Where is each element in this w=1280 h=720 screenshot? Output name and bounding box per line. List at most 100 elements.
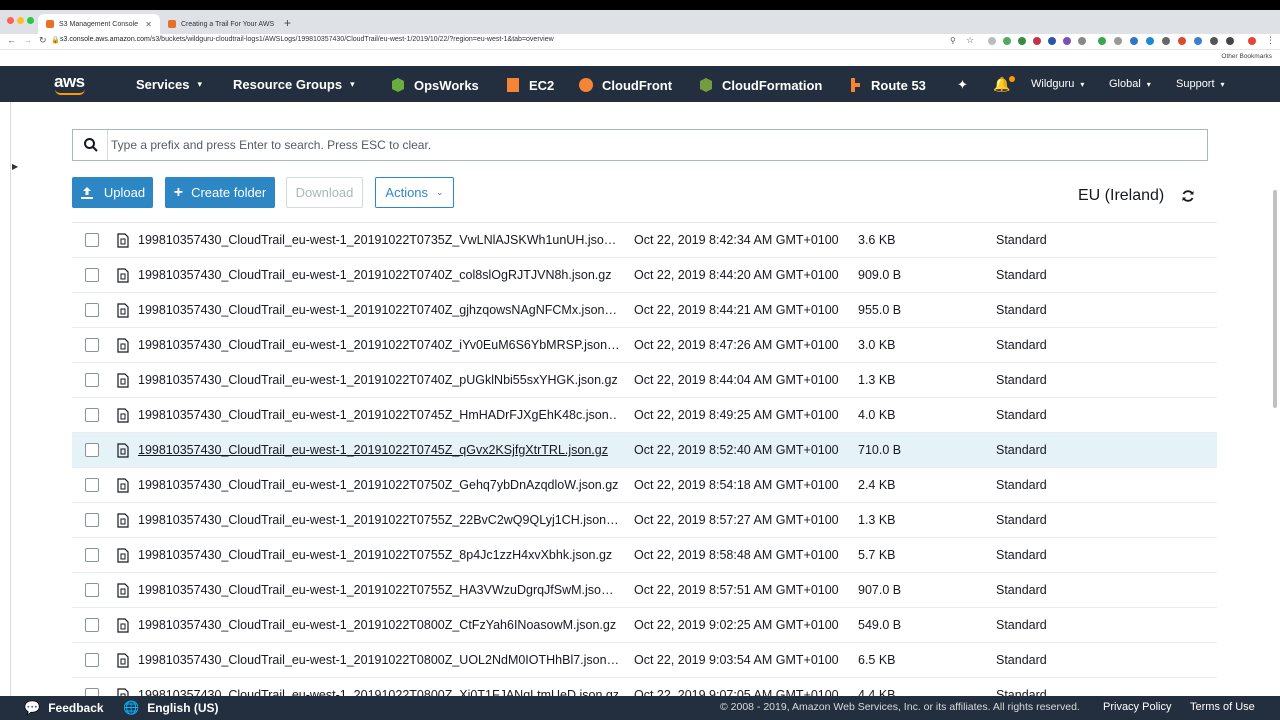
cloudfront-shortcut[interactable]: CloudFront: [578, 77, 672, 93]
search-input[interactable]: [111, 130, 1201, 160]
create-folder-button[interactable]: + Create folder: [165, 177, 275, 208]
forward-arrow-icon[interactable]: →: [23, 35, 32, 45]
object-name-link[interactable]: 199810357430_CloudTrail_eu-west-1_201910…: [138, 408, 618, 422]
extension-icon[interactable]: [1098, 37, 1106, 45]
new-tab-icon[interactable]: +: [284, 16, 291, 30]
browser-menu-icon[interactable]: ⋮: [1266, 35, 1275, 46]
table-row[interactable]: 199810357430_CloudTrail_eu-west-1_201910…: [72, 328, 1217, 363]
extension-icon[interactable]: [1078, 37, 1086, 45]
reload-icon[interactable]: ↻: [39, 35, 47, 46]
object-name-link[interactable]: 199810357430_CloudTrail_eu-west-1_201910…: [138, 443, 618, 457]
row-checkbox[interactable]: [85, 233, 99, 247]
row-checkbox[interactable]: [85, 373, 99, 387]
route53-shortcut[interactable]: Route 53: [847, 77, 926, 93]
services-menu[interactable]: Services ▾: [136, 77, 202, 92]
extension-icon[interactable]: [1048, 37, 1056, 45]
object-name-link[interactable]: 199810357430_CloudTrail_eu-west-1_201910…: [138, 233, 618, 247]
extension-icon[interactable]: [1194, 37, 1202, 45]
feedback-link[interactable]: 💬 Feedback: [24, 700, 104, 716]
object-name-link[interactable]: 199810357430_CloudTrail_eu-west-1_201910…: [138, 583, 618, 597]
extension-icon[interactable]: [1033, 37, 1041, 45]
table-row[interactable]: 199810357430_CloudTrail_eu-west-1_201910…: [72, 258, 1217, 293]
table-row[interactable]: 199810357430_CloudTrail_eu-west-1_201910…: [72, 538, 1217, 573]
last-modified: Oct 22, 2019 9:07:05 AM GMT+0100: [634, 688, 839, 696]
extension-icon[interactable]: [1210, 37, 1218, 45]
opsworks-shortcut[interactable]: OpsWorks: [390, 77, 479, 93]
extension-icon[interactable]: [988, 37, 996, 45]
extension-icon[interactable]: [1248, 37, 1256, 45]
object-name-link[interactable]: 199810357430_CloudTrail_eu-west-1_201910…: [138, 688, 618, 696]
pin-icon[interactable]: ✦: [957, 77, 968, 93]
object-name-link[interactable]: 199810357430_CloudTrail_eu-west-1_201910…: [138, 513, 618, 527]
object-name-link[interactable]: 199810357430_CloudTrail_eu-west-1_201910…: [138, 478, 618, 492]
row-checkbox[interactable]: [85, 268, 99, 282]
region-menu[interactable]: Global ▾: [1109, 78, 1151, 90]
account-menu[interactable]: Wildguru ▾: [1031, 78, 1084, 90]
terms-of-use-link[interactable]: Terms of Use: [1190, 701, 1255, 713]
table-row[interactable]: 199810357430_CloudTrail_eu-west-1_201910…: [72, 468, 1217, 503]
extension-icon[interactable]: [1130, 37, 1138, 45]
object-name-link[interactable]: 199810357430_CloudTrail_eu-west-1_201910…: [138, 303, 618, 317]
extension-icon[interactable]: [1162, 37, 1170, 45]
object-name-link[interactable]: 199810357430_CloudTrail_eu-west-1_201910…: [138, 618, 618, 632]
cloudformation-shortcut[interactable]: CloudFormation: [698, 77, 822, 93]
zoom-icon[interactable]: ⚲: [950, 36, 956, 45]
address-bar[interactable]: s3.console.aws.amazon.com/s3/buckets/wil…: [60, 36, 554, 43]
table-row[interactable]: 199810357430_CloudTrail_eu-west-1_201910…: [72, 433, 1217, 468]
privacy-policy-link[interactable]: Privacy Policy: [1103, 701, 1171, 713]
page-scrollbar[interactable]: [1273, 190, 1277, 408]
extension-icon[interactable]: [1063, 37, 1071, 45]
table-row[interactable]: 199810357430_CloudTrail_eu-west-1_201910…: [72, 608, 1217, 643]
row-checkbox[interactable]: [85, 688, 99, 696]
support-menu[interactable]: Support ▾: [1176, 78, 1225, 90]
table-row[interactable]: 199810357430_CloudTrail_eu-west-1_201910…: [72, 678, 1217, 696]
maximize-window-icon[interactable]: [27, 17, 34, 24]
extension-icon[interactable]: [1178, 37, 1186, 45]
table-row[interactable]: 199810357430_CloudTrail_eu-west-1_201910…: [72, 223, 1217, 258]
bell-icon[interactable]: 🔔: [993, 76, 1010, 93]
extension-icon[interactable]: [1003, 37, 1011, 45]
download-button[interactable]: Download: [286, 177, 363, 208]
row-checkbox[interactable]: [85, 618, 99, 632]
object-name-link[interactable]: 199810357430_CloudTrail_eu-west-1_201910…: [138, 338, 618, 352]
table-row[interactable]: 199810357430_CloudTrail_eu-west-1_201910…: [72, 573, 1217, 608]
row-checkbox[interactable]: [85, 338, 99, 352]
language-selector[interactable]: 🌐 English (US): [123, 700, 219, 716]
row-checkbox[interactable]: [85, 513, 99, 527]
object-name-link[interactable]: 199810357430_CloudTrail_eu-west-1_201910…: [138, 653, 618, 667]
table-row[interactable]: 199810357430_CloudTrail_eu-west-1_201910…: [72, 398, 1217, 433]
expand-sidebar-icon[interactable]: ▶: [12, 162, 22, 178]
row-checkbox[interactable]: [85, 303, 99, 317]
extension-icon[interactable]: [1114, 37, 1122, 45]
object-name-link[interactable]: 199810357430_CloudTrail_eu-west-1_201910…: [138, 373, 618, 387]
back-arrow-icon[interactable]: ←: [7, 35, 16, 45]
extension-icon[interactable]: [1146, 37, 1154, 45]
table-row[interactable]: 199810357430_CloudTrail_eu-west-1_201910…: [72, 363, 1217, 398]
table-row[interactable]: 199810357430_CloudTrail_eu-west-1_201910…: [72, 293, 1217, 328]
refresh-icon[interactable]: [1181, 189, 1195, 203]
table-row[interactable]: 199810357430_CloudTrail_eu-west-1_201910…: [72, 643, 1217, 678]
browser-tab-aws-doc[interactable]: Creating a Trail For Your AWS ✕: [160, 14, 280, 34]
row-checkbox[interactable]: [85, 548, 99, 562]
close-window-icon[interactable]: [7, 17, 14, 24]
object-name-link[interactable]: 199810357430_CloudTrail_eu-west-1_201910…: [138, 268, 618, 282]
row-checkbox[interactable]: [85, 443, 99, 457]
actions-dropdown[interactable]: Actions ⌄: [375, 177, 454, 208]
close-tab-icon[interactable]: ✕: [274, 20, 280, 29]
ec2-shortcut[interactable]: EC2: [505, 77, 554, 93]
profile-avatar-icon[interactable]: [1226, 37, 1234, 45]
row-checkbox[interactable]: [85, 583, 99, 597]
row-checkbox[interactable]: [85, 653, 99, 667]
row-checkbox[interactable]: [85, 408, 99, 422]
minimize-window-icon[interactable]: [17, 17, 24, 24]
browser-tab-s3[interactable]: S3 Management Console ✕: [38, 14, 160, 34]
table-row[interactable]: 199810357430_CloudTrail_eu-west-1_201910…: [72, 503, 1217, 538]
close-tab-icon[interactable]: ✕: [139, 20, 152, 29]
resource-groups-menu[interactable]: Resource Groups ▾: [233, 77, 355, 92]
extension-icon[interactable]: [1018, 37, 1026, 45]
object-name-link[interactable]: 199810357430_CloudTrail_eu-west-1_201910…: [138, 548, 618, 562]
other-bookmarks[interactable]: Other Bookmarks: [1221, 53, 1272, 60]
bookmark-star-icon[interactable]: ☆: [966, 35, 974, 46]
row-checkbox[interactable]: [85, 478, 99, 492]
upload-button[interactable]: Upload: [72, 177, 153, 208]
